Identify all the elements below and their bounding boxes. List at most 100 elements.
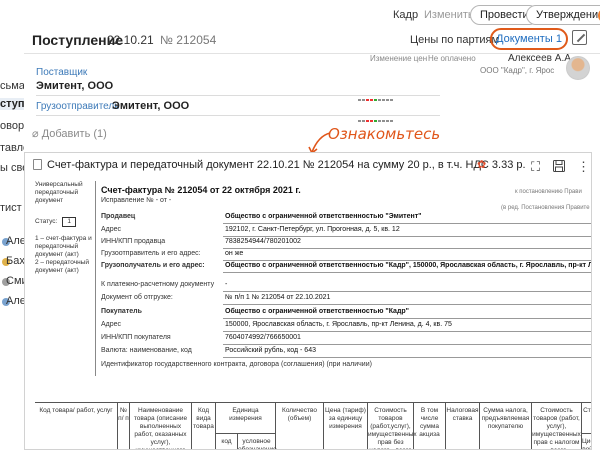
table-column-header: Стоимость товаров (работ, услуг), имущес… xyxy=(531,403,581,449)
contact-item-1[interactable]: Але xyxy=(6,235,24,247)
upd-row-underline xyxy=(223,272,591,273)
table-column-label: Страна про- исхож- дения xyxy=(583,407,591,414)
table-column-label: Налоговая ставка xyxy=(446,407,479,422)
upd-row-underline xyxy=(223,304,591,305)
upd-row-key: Грузоотправитель и его адрес: xyxy=(101,250,201,257)
edit-link[interactable]: Изменить xyxy=(424,9,474,21)
invoice-correction: Исправление № - от - xyxy=(101,197,172,204)
status-label: Статус: xyxy=(35,218,58,225)
upd-row-key: Грузополучатель и его адрес: xyxy=(101,262,205,269)
document-icon xyxy=(33,159,42,170)
panel-header: Счет-фактура и передаточный документ 22.… xyxy=(25,153,591,177)
add-attachment-button[interactable]: ⌀ Добавить (1) xyxy=(32,127,107,140)
document-header: Поступление 22.10.21 № 212054 Цены по па… xyxy=(32,28,592,50)
consignor-indicator xyxy=(358,113,394,122)
table-column-label: Цена (тариф) за единицу измерения xyxy=(325,407,366,430)
org-link[interactable]: Кадр xyxy=(393,9,418,21)
avatar[interactable] xyxy=(566,56,590,80)
payment-status[interactable]: Не оплачено xyxy=(428,54,476,63)
nav-item-5[interactable]: тавлен xyxy=(0,142,24,154)
table-column-header: Наименование товара (описание выполненны… xyxy=(129,403,191,449)
save-icon[interactable] xyxy=(553,160,565,175)
upd-row-value: № п/п 1 № 212054 от 22.10.2021 xyxy=(225,294,331,301)
upd-row-underline xyxy=(223,357,591,358)
unit-name-subheader: условное обозначение (нацио- нальное) xyxy=(237,433,277,449)
table-column-header: Код товара/ работ, услуг xyxy=(35,403,117,449)
upd-row-key: Валюта: наименование, код xyxy=(101,347,192,354)
upd-side-info: Универсальный передаточный документ Стат… xyxy=(35,181,93,275)
upd-row-value: 7838254944/780201002 xyxy=(225,238,301,245)
approve-button-label: Утверждение xyxy=(536,9,600,21)
upd-row-value: 7604074992/766650001 xyxy=(225,334,301,341)
table-column-header: Цена (тариф) за единицу измерения xyxy=(323,403,367,449)
table-column-label: Количество (объем) xyxy=(282,407,317,422)
contact-item-3[interactable]: Сми xyxy=(6,275,24,287)
upd-row-underline xyxy=(223,344,591,345)
approve-button[interactable]: Утверждение → xyxy=(526,5,600,25)
table-column-label: Единица измерения xyxy=(229,407,262,422)
table-column-label: В том числе сумма акциза xyxy=(419,407,440,438)
regulation-note-2: (в ред. Постановления Правите xyxy=(501,205,590,211)
upd-row-underline xyxy=(223,260,591,261)
upd-row-key: Продавец xyxy=(101,213,136,220)
document-preview-panel: Счет-фактура и передаточный документ 22.… xyxy=(24,152,592,450)
status-value: 1 xyxy=(62,217,77,227)
upd-row-key: Адрес xyxy=(101,226,122,233)
unit-code-subheader: код xyxy=(215,433,237,449)
nav-item-3[interactable]: ступ xyxy=(0,98,24,110)
consignor-field[interactable]: Эмитент, ООО xyxy=(112,100,189,112)
paperclip-icon: ⌀ xyxy=(32,128,42,140)
table-column-label: Код товара/ работ, услуг xyxy=(39,407,113,414)
floppy-disk-icon xyxy=(553,160,565,172)
table-column-header: Стоимость товаров (работ,услуг), имущест… xyxy=(367,403,417,449)
table-column-label: Наименование товара (описание выполненны… xyxy=(133,407,188,449)
status-row: Статус: 1 xyxy=(35,217,93,227)
side-divider xyxy=(95,181,96,376)
table-column-header: Налоговая ставка xyxy=(445,403,479,449)
contact-item-2[interactable]: Бах xyxy=(6,255,24,267)
table-column-header: Код вида товара xyxy=(191,403,215,449)
prices-by-batch-link[interactable]: Цены по партиям xyxy=(410,34,499,46)
upd-row-value: 192102, г. Санкт-Петербург, ул. Прогонна… xyxy=(225,226,400,233)
upd-row-underline xyxy=(223,291,591,292)
upd-row-underline xyxy=(223,236,591,237)
table-column-header: Сумма налога, предъявляемая покупателю xyxy=(479,403,531,449)
nav-item-7[interactable]: тист xyxy=(0,202,22,214)
expand-icon[interactable]: ⛶ xyxy=(531,159,540,175)
upd-side-title: Универсальный передаточный документ xyxy=(35,181,83,204)
upd-row-value: Общество с ограниченной ответственностью… xyxy=(225,213,422,220)
supplier-field[interactable]: Эмитент, ООО xyxy=(36,80,113,92)
supplier-indicator xyxy=(358,92,394,101)
document-number[interactable]: № 212054 xyxy=(160,33,216,47)
upd-row-value: он же xyxy=(225,250,244,257)
panel-title: Счет-фактура и передаточный документ 22.… xyxy=(47,159,526,171)
table-column-label: № п/ п xyxy=(118,407,129,422)
nav-item-4[interactable]: овор xyxy=(0,120,24,132)
edit-icon[interactable] xyxy=(572,30,587,45)
table-column-header: № п/ п xyxy=(117,403,129,449)
document-date[interactable]: 22.10.21 xyxy=(107,33,154,47)
upd-row-underline xyxy=(223,248,591,249)
upd-row-key: К платежно-расчетному документу xyxy=(101,281,215,288)
table-column-label: Стоимость товаров (работ,услуг), имущест… xyxy=(368,407,417,449)
consignor-label: Грузоотправитель xyxy=(36,101,120,112)
upd-row-value: Общество с ограниченной ответственностью… xyxy=(225,308,409,315)
contact-item-4[interactable]: Але xyxy=(6,295,24,307)
responsible-user-name[interactable]: Алексеев А.А. xyxy=(508,53,574,64)
price-change-status[interactable]: Изменение цен xyxy=(370,54,427,63)
upd-row-value: 150000, Ярославская область, г. Ярославл… xyxy=(225,321,452,328)
supplier-label: Поставщик xyxy=(36,67,88,78)
more-options-icon[interactable]: ⋮ xyxy=(577,159,590,175)
upd-row-key: Покупатель xyxy=(101,308,142,315)
goods-table-header: Код товара/ работ, услуг № п/ п Наименован… xyxy=(35,402,591,449)
table-column-label: Код вида товара xyxy=(193,407,214,430)
upd-row-underline xyxy=(223,331,591,332)
consignor-underline xyxy=(36,115,440,116)
upd-row-underline xyxy=(223,318,591,319)
nav-item-2[interactable]: сьма xyxy=(0,80,24,92)
nav-item-6[interactable]: ы све xyxy=(0,162,24,174)
country-code-subheader: Цифро- вой код xyxy=(581,433,591,449)
left-navigation: сьма ступ овор тавлен ы све тист Але Бах… xyxy=(0,0,24,450)
add-attachment-label: Добавить (1) xyxy=(41,128,107,140)
documents-button[interactable]: Документы 1 xyxy=(490,28,568,50)
